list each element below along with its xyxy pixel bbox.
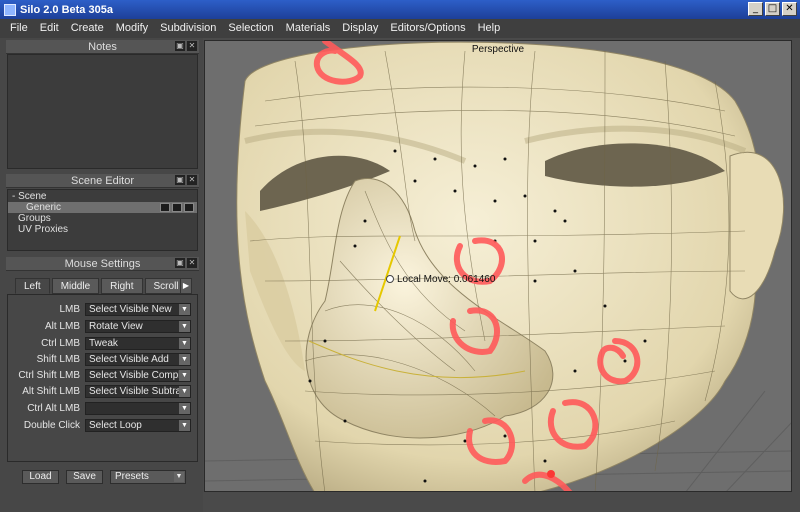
tree-item-generic[interactable]: Generic (8, 202, 197, 213)
tab-middle[interactable]: Middle (51, 278, 100, 294)
menu-modify[interactable]: Modify (110, 19, 154, 38)
setting-dropdown[interactable]: Select Visible Complem ▼ (85, 369, 191, 382)
local-move-readout: Local Move: 0.061460 (397, 274, 496, 285)
presets-dropdown[interactable]: Presets ▼ (110, 470, 186, 484)
menu-editors-options[interactable]: Editors/Options (384, 19, 471, 38)
material-icon[interactable] (160, 203, 170, 212)
menu-file[interactable]: File (4, 19, 34, 38)
load-button[interactable]: Load (22, 470, 59, 484)
menu-selection[interactable]: Selection (222, 19, 279, 38)
scene-tree: - Scene Generic Groups UV Proxies (7, 189, 198, 251)
chevron-down-icon: ▼ (179, 321, 190, 332)
head-model (205, 41, 791, 491)
mouse-settings-header: Mouse Settings ▣ ✕ (6, 257, 199, 271)
mouse-setting-row: Ctrl Shift LMB Select Visible Complem ▼ (8, 369, 191, 383)
setting-dropdown[interactable]: Rotate View ▼ (85, 320, 191, 333)
chevron-down-icon: ▼ (179, 420, 190, 431)
setting-label: Alt LMB (44, 321, 80, 332)
mouse-setting-row: Ctrl Alt LMB ▼ (8, 402, 191, 416)
title-bar: Silo 2.0 Beta 305a _ □ ✕ (0, 0, 800, 19)
minimize-button[interactable]: _ (748, 2, 763, 16)
notes-textarea[interactable] (7, 54, 198, 169)
chevron-down-icon: ▼ (179, 370, 190, 381)
setting-dropdown[interactable]: Tweak ▼ (85, 337, 191, 350)
dropdown-value: Select Visible Subtract (89, 386, 189, 397)
tree-item-scene[interactable]: - Scene (8, 191, 197, 202)
chevron-down-icon: ▼ (179, 338, 190, 349)
mouse-setting-row: LMB Select Visible New ▼ (8, 303, 191, 317)
eye-icon[interactable] (172, 203, 182, 212)
app-icon (4, 3, 16, 16)
scene-editor-title: Scene Editor (71, 175, 134, 187)
setting-dropdown[interactable]: Select Loop ▼ (85, 419, 191, 432)
maximize-button[interactable]: □ (765, 2, 780, 16)
menu-subdivision[interactable]: Subdivision (154, 19, 222, 38)
window-title: Silo 2.0 Beta 305a (20, 3, 113, 16)
dropdown-value: Select Visible New (89, 304, 172, 315)
mouse-setting-row: Alt LMB Rotate View ▼ (8, 320, 191, 334)
tree-item-label: Generic (26, 202, 62, 213)
setting-label: LMB (59, 304, 80, 315)
float-icon[interactable]: ▣ (175, 175, 185, 185)
notes-header: Notes ▣ ✕ (6, 40, 199, 54)
viewport-label: Perspective (471, 44, 525, 55)
tab-right[interactable]: Right (101, 278, 143, 294)
dropdown-value: Tweak (89, 338, 118, 349)
save-button[interactable]: Save (66, 470, 103, 484)
menu-edit[interactable]: Edit (34, 19, 65, 38)
setting-dropdown[interactable]: Select Visible Add ▼ (85, 353, 191, 366)
setting-label: Ctrl Alt LMB (27, 403, 80, 414)
close-icon[interactable]: ✕ (187, 175, 197, 185)
mouse-setting-row: Double Click Select Loop ▼ (8, 419, 191, 433)
mouse-setting-row: Ctrl LMB Tweak ▼ (8, 337, 191, 351)
tab-scroll-right-icon[interactable]: ▶ (180, 278, 192, 294)
menu-help[interactable]: Help (472, 19, 507, 38)
dropdown-value: Select Visible Add (89, 354, 169, 365)
chevron-down-icon: ▼ (179, 386, 190, 397)
close-icon[interactable]: ✕ (187, 41, 197, 51)
float-icon[interactable]: ▣ (175, 258, 185, 268)
dropdown-value: Select Visible Complem (89, 370, 191, 381)
mouse-setting-row: Shift LMB Select Visible Add ▼ (8, 353, 191, 367)
chevron-down-icon: ▼ (179, 403, 190, 414)
setting-label: Double Click (23, 420, 80, 431)
menu-materials[interactable]: Materials (280, 19, 337, 38)
lock-icon[interactable] (184, 203, 194, 212)
mouse-setting-row: Alt Shift LMB Select Visible Subtract ▼ (8, 385, 191, 399)
close-button[interactable]: ✕ (782, 2, 797, 16)
presets-label: Presets (115, 471, 149, 482)
setting-dropdown[interactable]: Select Visible Subtract ▼ (85, 385, 191, 398)
setting-dropdown[interactable]: Select Visible New ▼ (85, 303, 191, 316)
tree-item-groups[interactable]: Groups (8, 213, 197, 224)
menu-create[interactable]: Create (65, 19, 110, 38)
close-icon[interactable]: ✕ (187, 258, 197, 268)
menu-bar: File Edit Create Modify Subdivision Sele… (0, 19, 800, 38)
float-icon[interactable]: ▣ (175, 41, 185, 51)
menu-display[interactable]: Display (336, 19, 384, 38)
chevron-down-icon: ▼ (174, 472, 184, 482)
setting-label: Shift LMB (36, 354, 80, 365)
tree-item-uv-proxies[interactable]: UV Proxies (8, 224, 197, 235)
dropdown-value: Select Loop (89, 420, 142, 431)
chevron-down-icon: ▼ (179, 354, 190, 365)
mouse-settings-title: Mouse Settings (64, 258, 141, 270)
ear (729, 151, 785, 300)
dropdown-value: Rotate View (89, 321, 143, 332)
setting-dropdown[interactable]: ▼ (85, 402, 191, 415)
scene-editor-header: Scene Editor ▣ ✕ (6, 174, 199, 188)
chevron-down-icon: ▼ (179, 304, 190, 315)
left-panel: Notes ▣ ✕ Scene Editor ▣ ✕ - Scene Gener… (0, 38, 203, 512)
setting-label: Ctrl Shift LMB (18, 370, 80, 381)
notes-title: Notes (88, 41, 117, 53)
setting-label: Ctrl LMB (41, 338, 80, 349)
perspective-viewport[interactable]: Perspective Local Move: 0.061460 (204, 40, 792, 492)
tab-left[interactable]: Left (15, 278, 50, 294)
mouse-tabs: Left Middle Right Scroll (15, 278, 188, 294)
setting-label: Alt Shift LMB (22, 386, 80, 397)
manipulator-handle[interactable] (386, 275, 394, 283)
